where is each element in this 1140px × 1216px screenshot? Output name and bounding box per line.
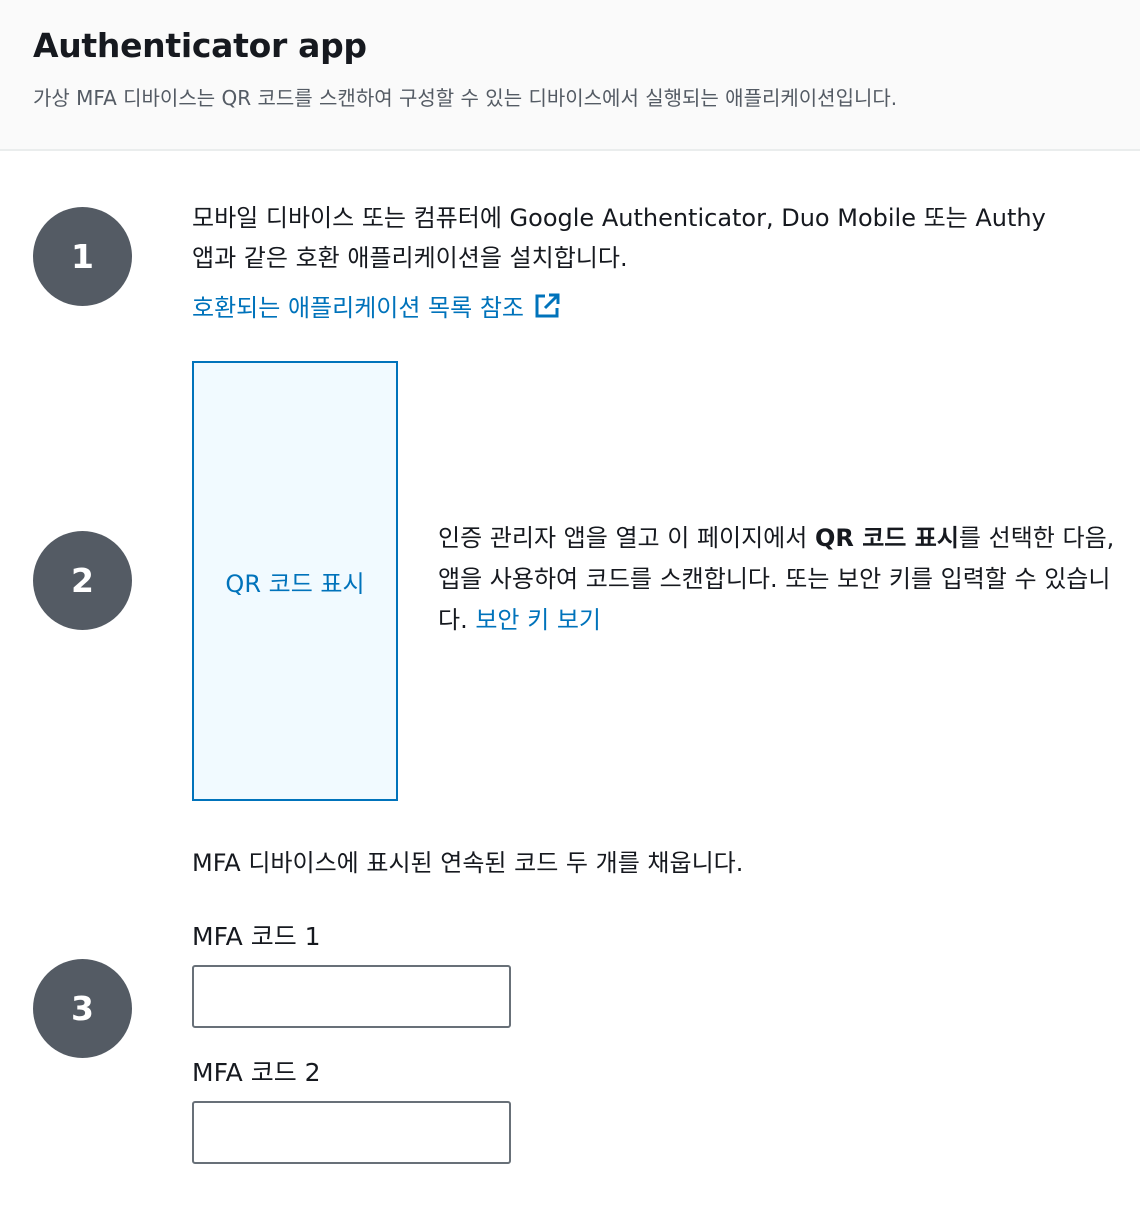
step-1-instructions: 모바일 디바이스 또는 컴퓨터에 Google Authenticator, D… (192, 204, 1046, 272)
compatible-apps-link-label: 호환되는 애플리케이션 목록 참조 (192, 294, 525, 322)
page-title: Authenticator app (33, 26, 367, 65)
step-2-text-part1: 인증 관리자 앱을 열고 이 페이지에서 (438, 524, 815, 552)
step-2-badge: 2 (33, 531, 132, 630)
page-description: 가상 MFA 디바이스는 QR 코드를 스캔하여 구성할 수 있는 디바이스에서… (33, 86, 898, 110)
step-1-badge: 1 (33, 207, 132, 306)
step-3-badge: 3 (33, 959, 132, 1058)
show-qr-code-label: QR 코드 표시 (225, 569, 365, 598)
external-link-icon (532, 291, 562, 321)
mfa-code-1-input[interactable] (192, 965, 511, 1028)
show-qr-code-button[interactable]: QR 코드 표시 (192, 361, 398, 801)
authenticator-app-panel: Authenticator app 가상 MFA 디바이스는 QR 코드를 스캔… (0, 0, 1140, 1216)
show-secret-key-link[interactable]: 보안 키 보기 (475, 606, 601, 634)
panel-header: Authenticator app 가상 MFA 디바이스는 QR 코드를 스캔… (0, 0, 1140, 151)
step-2-instructions: 인증 관리자 앱을 열고 이 페이지에서 QR 코드 표시를 선택한 다음, 앱… (438, 518, 1118, 641)
mfa-code-2-label: MFA 코드 2 (192, 1058, 321, 1087)
compatible-apps-link[interactable]: 호환되는 애플리케이션 목록 참조 (192, 288, 562, 323)
mfa-code-2-input[interactable] (192, 1101, 511, 1164)
step-3-instructions: MFA 디바이스에 표시된 연속된 코드 두 개를 채웁니다. (192, 849, 744, 877)
step-2-text-bold: QR 코드 표시 (814, 524, 959, 552)
mfa-code-1-label: MFA 코드 1 (192, 922, 321, 951)
